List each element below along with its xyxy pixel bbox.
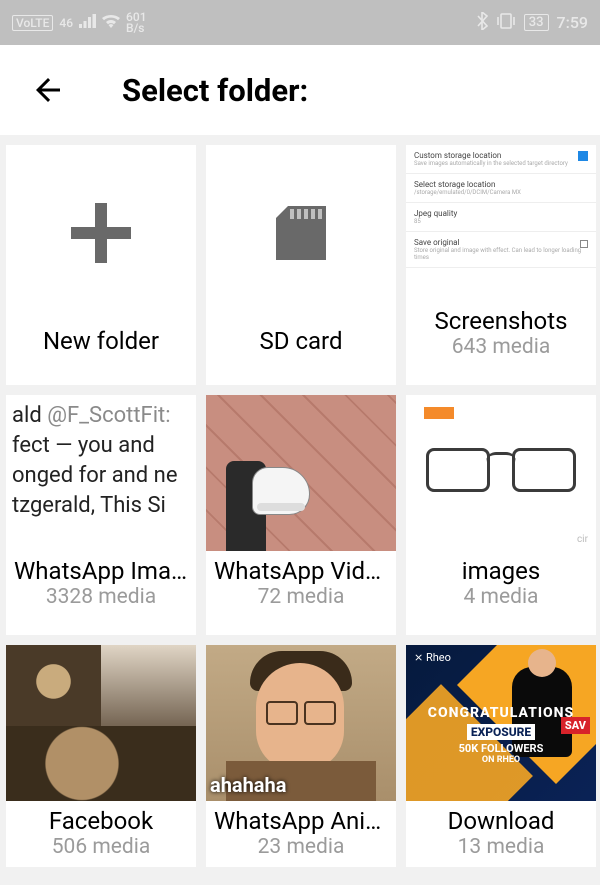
tile-sub: 13 media <box>406 835 596 867</box>
tile-label: WhatsApp Animated Gifs <box>206 801 396 835</box>
bluetooth-icon <box>477 12 488 34</box>
page-title: Select folder: <box>122 72 308 109</box>
tile-thumb: ald @F_ScottFit:fect — you andonged for … <box>6 395 196 551</box>
folder-grid: New folder SD card Custom storage locati… <box>0 135 600 877</box>
tile-sub: 23 media <box>206 835 396 867</box>
tile-new-folder[interactable]: New folder <box>6 145 196 385</box>
signal-icon <box>79 13 96 32</box>
tile-facebook[interactable]: Facebook 506 media <box>6 645 196 867</box>
tile-label: Facebook <box>6 801 196 835</box>
app-bar: Select folder: <box>0 45 600 135</box>
status-left: VoLTE 46 601 B/s <box>12 12 147 34</box>
tile-images[interactable]: cir images 4 media <box>406 395 596 635</box>
tile-label: Download <box>406 801 596 835</box>
tile-sub: 506 media <box>6 835 196 867</box>
tile-thumb <box>6 645 196 801</box>
status-bar: VoLTE 46 601 B/s 33 7:59 <box>0 0 600 45</box>
network-speed: 601 B/s <box>126 12 146 34</box>
tile-sd-card[interactable]: SD card <box>206 145 396 385</box>
wifi-icon <box>102 13 120 32</box>
tile-thumb: ⨯ Rheo SAV CONGRATULATIONS EXPOSURE 50K … <box>406 645 596 801</box>
tile-label: SD card <box>206 321 396 355</box>
tile-sub: 4 media <box>406 585 596 617</box>
tile-sub: 72 media <box>206 585 396 617</box>
tile-label: images <box>406 551 596 585</box>
tile-label: WhatsApp Video <box>206 551 396 585</box>
tile-sub <box>6 355 196 363</box>
battery-level: 33 <box>524 14 549 31</box>
sd-card-icon <box>206 145 396 321</box>
tile-sub <box>206 355 396 363</box>
tile-thumb: cir <box>406 395 596 551</box>
tile-thumb: Custom storage locationSave images autom… <box>406 145 596 301</box>
tile-sub: 643 media <box>406 335 596 367</box>
tile-label: WhatsApp Images <box>6 551 196 585</box>
back-button[interactable] <box>30 72 66 108</box>
tile-thumb <box>206 395 396 551</box>
new-folder-icon <box>6 145 196 321</box>
tile-download[interactable]: ⨯ Rheo SAV CONGRATULATIONS EXPOSURE 50K … <box>406 645 596 867</box>
volte-badge: VoLTE <box>12 15 53 31</box>
network-gen: 46 <box>59 16 73 30</box>
tile-label: Screenshots <box>406 301 596 335</box>
tile-sub: 3328 media <box>6 585 196 617</box>
tile-screenshots[interactable]: Custom storage locationSave images autom… <box>406 145 596 385</box>
tile-whatsapp-video[interactable]: WhatsApp Video 72 media <box>206 395 396 635</box>
tile-thumb: ahahaha <box>206 645 396 801</box>
tile-label: New folder <box>6 321 196 355</box>
tile-whatsapp-images[interactable]: ald @F_ScottFit:fect — you andonged for … <box>6 395 196 635</box>
vibrate-icon <box>496 13 516 33</box>
status-right: 33 7:59 <box>477 12 588 34</box>
tile-whatsapp-animated[interactable]: ahahaha WhatsApp Animated Gifs 23 media <box>206 645 396 867</box>
clock: 7:59 <box>557 13 589 32</box>
